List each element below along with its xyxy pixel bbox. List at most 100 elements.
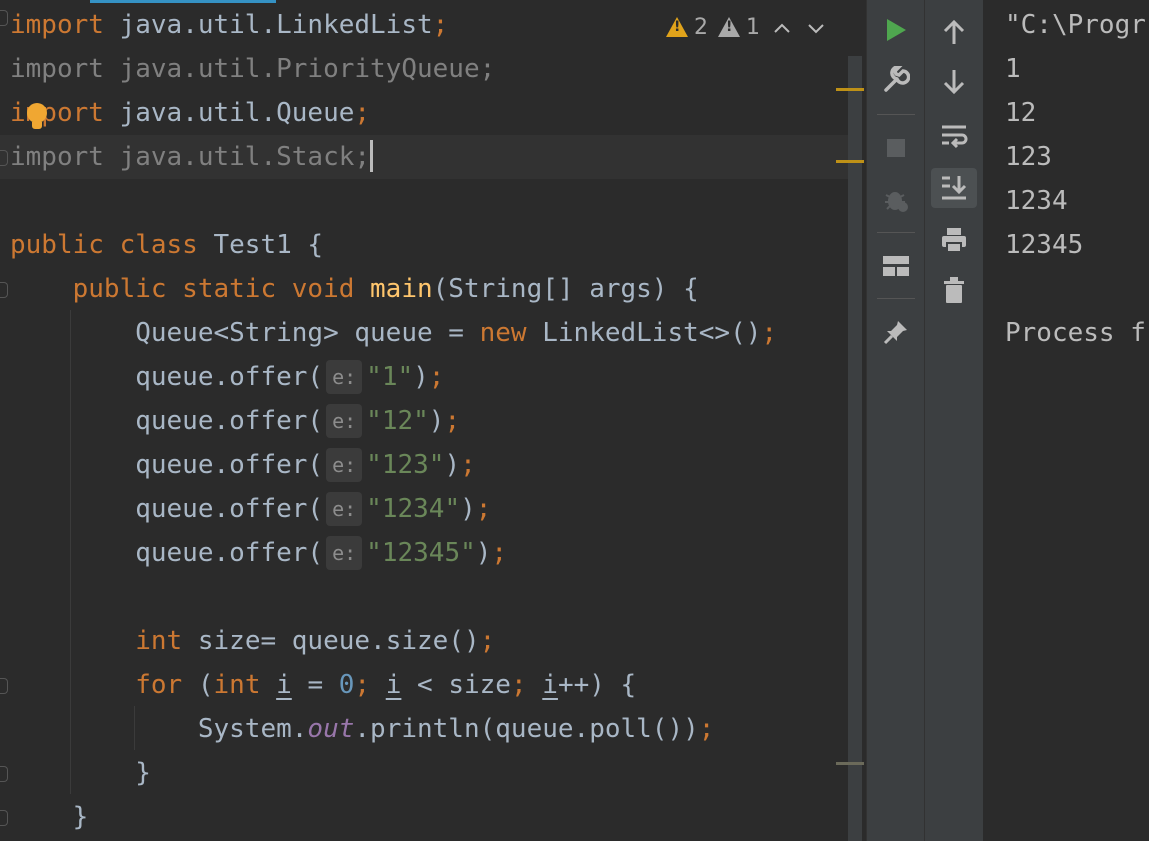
parameter-hint: e: [326, 404, 363, 438]
code-token: .println(queue.poll()) [354, 714, 699, 744]
code-line[interactable]: Queue<String> queue = new LinkedList<>()… [0, 311, 848, 355]
code-token: import java.util.Stack; [10, 142, 371, 172]
indent-guide [70, 310, 71, 794]
code-token: "12345" [366, 538, 476, 568]
run-toolbar-right [924, 0, 983, 841]
pin-icon [883, 321, 907, 345]
code-line[interactable]: import java.util.Stack; [0, 135, 848, 179]
fold-marker[interactable] [0, 282, 8, 298]
code-line[interactable]: int size= queue.size(); [0, 619, 848, 663]
trash-icon [944, 277, 964, 303]
chevron-down-icon[interactable] [804, 15, 828, 39]
code-line[interactable]: queue.offer(e: "1234"); [0, 487, 848, 531]
inspection-widget[interactable]: 2 1 [660, 10, 828, 44]
code-line[interactable]: import java.util.Queue; [0, 91, 848, 135]
code-token: ; [354, 670, 386, 700]
code-token: ; [475, 494, 492, 524]
code-line[interactable]: queue.offer(e: "1"); [0, 355, 848, 399]
warning-stripe-marker[interactable] [836, 88, 864, 91]
code-token: Test1 { [213, 230, 324, 260]
parameter-hint: e: [326, 492, 363, 526]
console-line: 1 [1005, 54, 1021, 84]
code-line-text: } [10, 795, 89, 839]
code-token: ; [491, 538, 508, 568]
weak-warning-stripe-marker[interactable] [836, 762, 864, 765]
code-token: java.util.Queue [103, 98, 355, 128]
code-token: ; [479, 626, 496, 656]
clear-all-button[interactable] [931, 270, 977, 310]
editor-scrollbar[interactable] [848, 56, 862, 841]
print-button[interactable] [931, 220, 977, 260]
code-token: queue.offer( [10, 538, 324, 568]
bug-icon [885, 192, 908, 212]
up-stack-trace-button[interactable] [931, 12, 977, 52]
lightbulb-icon[interactable] [27, 103, 47, 129]
code-token: "1234" [366, 494, 461, 524]
fold-marker[interactable] [0, 10, 8, 26]
soft-wrap-icon [942, 125, 968, 149]
warning-stripe-marker[interactable] [836, 160, 864, 163]
parameter-hint: e: [326, 360, 363, 394]
code-token: queue.offer( [10, 494, 324, 524]
restore-layout-button[interactable] [873, 246, 919, 286]
code-token: ; [432, 10, 449, 40]
code-line[interactable]: public class Test1 { [0, 223, 848, 267]
code-line-text: } [10, 751, 151, 795]
code-token: ; [354, 98, 371, 128]
arrow-up-icon [943, 19, 965, 44]
stop-button[interactable] [873, 128, 919, 168]
edit-configuration-button[interactable] [873, 60, 919, 100]
warnings-indicator[interactable]: 2 [666, 15, 708, 40]
code-token: ) [475, 538, 492, 568]
console-line: 123 [1005, 142, 1052, 172]
code-token: public class [10, 230, 214, 260]
code-line-text: queue.offer(e: "1"); [10, 355, 444, 399]
code-line[interactable]: } [0, 751, 848, 795]
code-line[interactable] [0, 575, 848, 619]
code-line[interactable]: queue.offer(e: "12"); [0, 399, 848, 443]
code-line[interactable]: import java.util.PriorityQueue; [0, 47, 848, 91]
code-line[interactable]: queue.offer(e: "123"); [0, 443, 848, 487]
weak-warnings-indicator[interactable]: 1 [718, 15, 760, 40]
code-token: int [213, 670, 277, 700]
console-output[interactable]: "C:\Progr 1 12 123 1234 12345 Process f [983, 0, 1149, 841]
code-editor[interactable]: import java.util.LinkedList; import java.… [0, 0, 866, 841]
code-line[interactable]: public static void main(String[] args) { [0, 267, 848, 311]
fold-marker[interactable] [0, 810, 8, 826]
wrench-icon [884, 66, 910, 92]
code-token: System. [10, 714, 308, 744]
parameter-hint: e: [326, 448, 363, 482]
code-line[interactable]: System.out.println(queue.poll()); [0, 707, 848, 751]
console-line: "C:\Progr [1005, 10, 1146, 40]
code-token: for [135, 670, 198, 700]
run-toolbar-left [866, 0, 925, 841]
text-caret [370, 139, 374, 172]
code-token: < size [401, 670, 511, 700]
debug-button[interactable] [873, 180, 919, 220]
code-line[interactable] [0, 179, 848, 223]
fold-marker[interactable] [0, 766, 8, 782]
rerun-button[interactable] [873, 10, 919, 50]
toolbar-separator [877, 298, 915, 299]
code-line[interactable]: } [0, 795, 848, 839]
code-token: "12" [366, 406, 429, 436]
code-token: ; [761, 318, 778, 348]
scroll-to-end-button[interactable] [931, 168, 977, 208]
code-token: new [479, 318, 543, 348]
code-line[interactable]: for (int i = 0; i < size; i++) { [0, 663, 848, 707]
code-token: queue.offer( [10, 450, 324, 480]
soft-wrap-button[interactable] [931, 116, 977, 156]
weak-warnings-count: 1 [746, 14, 760, 40]
fold-marker[interactable] [0, 678, 8, 694]
console-line: 12 [1005, 98, 1037, 128]
console-line: 12345 [1005, 230, 1084, 260]
code-line[interactable]: queue.offer(e: "12345"); [0, 531, 848, 575]
fold-marker[interactable] [0, 150, 8, 166]
code-line-text: for (int i = 0; i < size; i++) { [10, 663, 636, 707]
chevron-up-icon[interactable] [770, 15, 794, 39]
print-icon [942, 228, 966, 253]
pin-tab-button[interactable] [873, 312, 919, 352]
layout-icon [883, 256, 909, 276]
down-stack-trace-button[interactable] [931, 62, 977, 102]
code-token: ++) { [557, 670, 637, 700]
